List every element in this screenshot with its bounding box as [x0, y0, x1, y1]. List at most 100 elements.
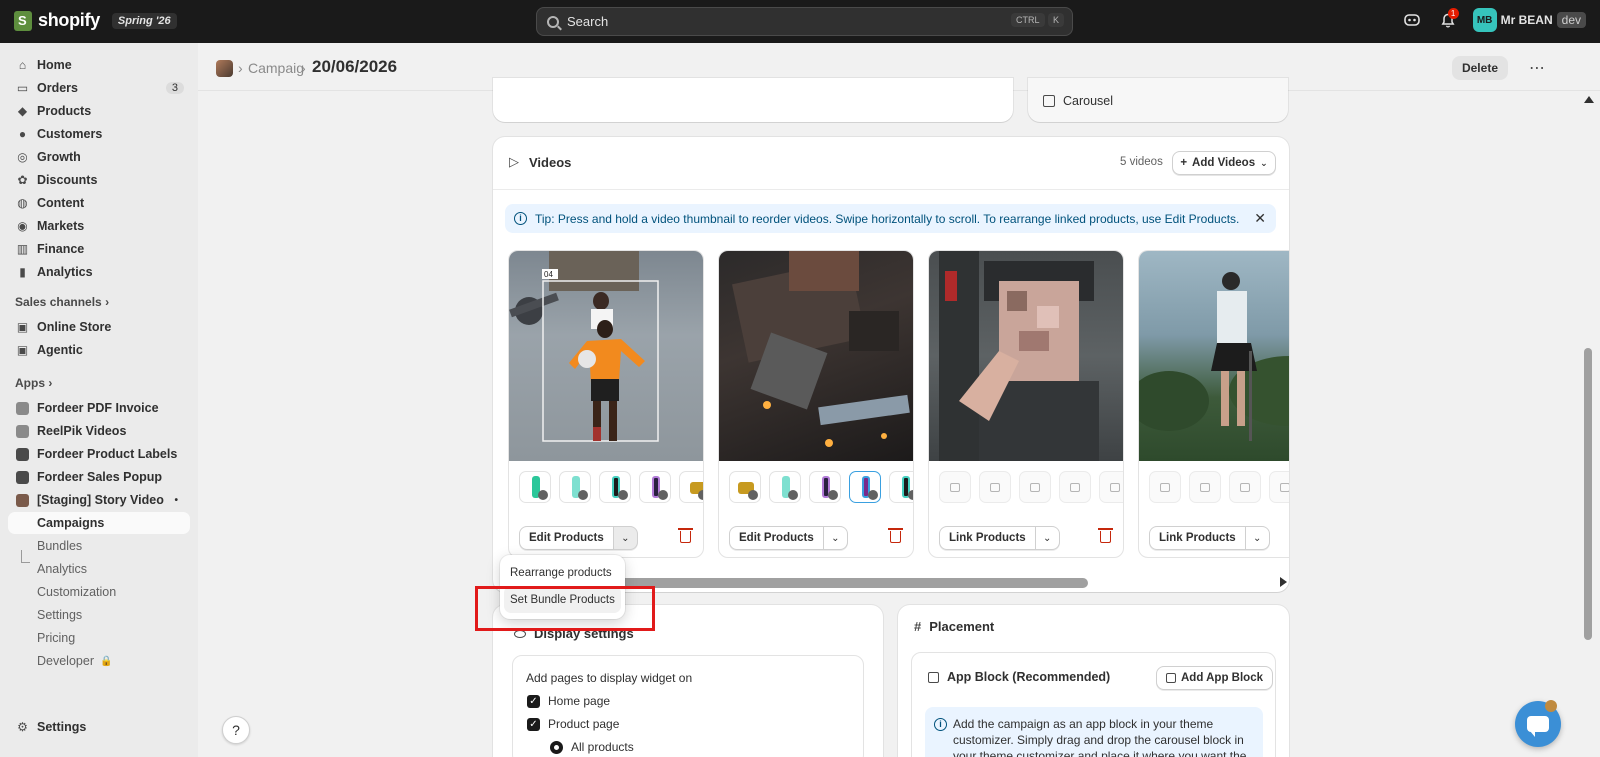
video-thumbnail[interactable]	[1139, 251, 1289, 461]
product-thumbnail[interactable]	[809, 471, 841, 503]
chevron-down-icon[interactable]: ⌄	[823, 526, 848, 550]
product-placeholder-icon[interactable]	[1269, 471, 1289, 503]
sidebar-sub-settings[interactable]: Settings	[8, 604, 190, 626]
checkbox-checked-icon: ✓	[527, 717, 540, 731]
sidebar-item-agentic[interactable]: ▣ Agentic	[8, 339, 190, 361]
link-products-button[interactable]: Link Products	[939, 526, 1036, 550]
video-thumbnail[interactable]	[929, 251, 1123, 461]
scrollbar-thumb[interactable]	[1584, 348, 1592, 640]
add-videos-button[interactable]: + Add Videos ⌄	[1172, 151, 1276, 175]
product-placeholder-icon[interactable]	[1059, 471, 1091, 503]
shopify-logo[interactable]: shopify Spring '26	[14, 10, 177, 31]
product-thumbnail[interactable]	[519, 471, 551, 503]
vertical-scrollbar[interactable]	[1583, 92, 1594, 757]
more-actions-icon[interactable]: ⋯	[1524, 56, 1550, 80]
layout-option-carousel[interactable]: Carousel	[1043, 94, 1113, 108]
video-thumbnail[interactable]: 04	[509, 251, 703, 461]
sidebar-item-markets[interactable]: ◉ Markets	[8, 215, 190, 237]
product-thumbnail[interactable]	[769, 471, 801, 503]
sidebar-item-finance[interactable]: ▥ Finance	[8, 238, 190, 260]
sidebar-app-reelpik-videos[interactable]: ReelPik Videos	[8, 420, 190, 442]
apps-heading[interactable]: Apps ›	[15, 376, 52, 390]
product-placeholder-icon[interactable]	[939, 471, 971, 503]
videos-heading: Videos	[509, 154, 572, 170]
sidebar-item-customers[interactable]: ● Customers	[8, 123, 190, 145]
product-placeholder-icon[interactable]	[1099, 471, 1123, 503]
product-placeholder-icon[interactable]	[1189, 471, 1221, 503]
product-placeholder-icon[interactable]	[1229, 471, 1261, 503]
sidebar-app-staging-story-video[interactable]: [Staging] Story Video •	[8, 489, 190, 511]
menu-item-rearrange-products[interactable]: Rearrange products	[504, 559, 621, 586]
sidebar-item-products[interactable]: ◆ Products	[8, 100, 190, 122]
chevron-down-icon[interactable]: ⌄	[1035, 526, 1060, 550]
info-icon: i	[934, 718, 947, 731]
chevron-down-icon[interactable]: ⌄	[613, 526, 638, 550]
product-thumbnail[interactable]	[559, 471, 591, 503]
scroll-right-arrow-icon[interactable]	[1280, 577, 1287, 587]
sidebar-sub-campaigns[interactable]: Campaigns	[8, 512, 190, 534]
home-page-checkbox[interactable]: ✓ Home page	[527, 694, 610, 708]
product-thumbnail[interactable]	[729, 471, 761, 503]
sidebar-app-fordeer-product-labels[interactable]: Fordeer Product Labels	[8, 443, 190, 465]
sidebar-item-settings[interactable]: ⚙ Settings	[8, 716, 190, 738]
product-thumbnail[interactable]	[639, 471, 671, 503]
link-products-button[interactable]: Link Products	[1149, 526, 1246, 550]
notifications-bell-icon[interactable]: 1	[1437, 8, 1459, 31]
product-thumbnail[interactable]	[889, 471, 913, 503]
videos-title: Videos	[529, 155, 572, 170]
video-thumbnail[interactable]	[719, 251, 913, 461]
edit-products-button[interactable]: Edit Products	[519, 526, 614, 550]
sidebar-sub-pricing[interactable]: Pricing	[8, 627, 190, 649]
sidebar-sub-developer[interactable]: Developer 🔒	[8, 650, 190, 672]
trash-icon[interactable]	[678, 528, 693, 543]
app-icon	[16, 447, 29, 461]
video-card-clip: Link Products ⌄	[1138, 250, 1289, 560]
sidebar-item-content[interactable]: ◍ Content	[8, 192, 190, 214]
video-card[interactable]: Link Products ⌄	[928, 250, 1124, 558]
delete-button[interactable]: Delete	[1451, 56, 1508, 80]
sidebar-item-label: Fordeer PDF Invoice	[37, 401, 159, 415]
video-card[interactable]: Edit Products ⌄	[718, 250, 914, 558]
chevron-down-icon[interactable]: ⌄	[1245, 526, 1270, 550]
sidebar-item-label: Fordeer Sales Popup	[37, 470, 163, 484]
sales-channels-heading[interactable]: Sales channels ›	[15, 295, 109, 309]
sidekick-icon[interactable]	[1401, 9, 1423, 31]
sidebar-item-discounts[interactable]: ✿ Discounts	[8, 169, 190, 191]
close-icon[interactable]: ✕	[1254, 210, 1266, 227]
app-thumbnail[interactable]	[216, 60, 233, 77]
product-placeholder-icon[interactable]	[1149, 471, 1181, 503]
sidebar-sub-customization[interactable]: Customization	[8, 581, 190, 603]
sidebar-item-orders[interactable]: ▭ Orders 3	[8, 77, 190, 99]
sidebar-app-fordeer-sales-popup[interactable]: Fordeer Sales Popup	[8, 466, 190, 488]
product-thumbnail[interactable]	[679, 471, 703, 503]
sidebar-sub-analytics[interactable]: Analytics	[8, 558, 190, 580]
breadcrumb-separator-icon: ›	[238, 60, 243, 76]
product-placeholder-icon[interactable]	[979, 471, 1011, 503]
sidebar-item-home[interactable]: ⌂ Home	[8, 54, 190, 76]
video-card[interactable]: Link Products ⌄	[1138, 250, 1289, 558]
product-thumbnail[interactable]	[849, 471, 881, 503]
product-thumbnail[interactable]	[599, 471, 631, 503]
account-menu[interactable]: MB Mr BEAN dev	[1472, 8, 1586, 32]
pin-dot-icon[interactable]: •	[174, 495, 178, 506]
search-input[interactable]: Search CTRL K	[536, 7, 1073, 36]
trash-icon[interactable]	[1098, 528, 1113, 543]
sidebar-sub-bundles[interactable]: Bundles	[8, 535, 190, 557]
scroll-up-arrow-icon[interactable]	[1584, 96, 1594, 103]
edit-products-button[interactable]: Edit Products	[729, 526, 824, 550]
sidebar-item-online-store[interactable]: ▣ Online Store	[8, 316, 190, 338]
product-page-checkbox[interactable]: ✓ Product page	[527, 717, 619, 731]
sidebar-app-fordeer-pdf-invoice[interactable]: Fordeer PDF Invoice	[8, 397, 190, 419]
all-products-radio[interactable]: All products	[550, 740, 634, 754]
inbox-icon: ▭	[16, 80, 29, 95]
checkbox-label: Product page	[548, 717, 620, 731]
product-placeholder-icon[interactable]	[1019, 471, 1051, 503]
add-app-block-button[interactable]: Add App Block	[1156, 666, 1273, 690]
sidebar-item-analytics[interactable]: ▮ Analytics	[8, 261, 190, 283]
sidebar-item-growth[interactable]: ◎ Growth	[8, 146, 190, 168]
sidebar-item-label: Fordeer Product Labels	[37, 447, 178, 461]
breadcrumb-campaigns[interactable]: Campaig	[248, 60, 304, 76]
video-card[interactable]: 04 Edit Products ⌄	[508, 250, 704, 558]
trash-icon[interactable]	[888, 528, 903, 543]
help-icon[interactable]: ?	[222, 716, 250, 744]
